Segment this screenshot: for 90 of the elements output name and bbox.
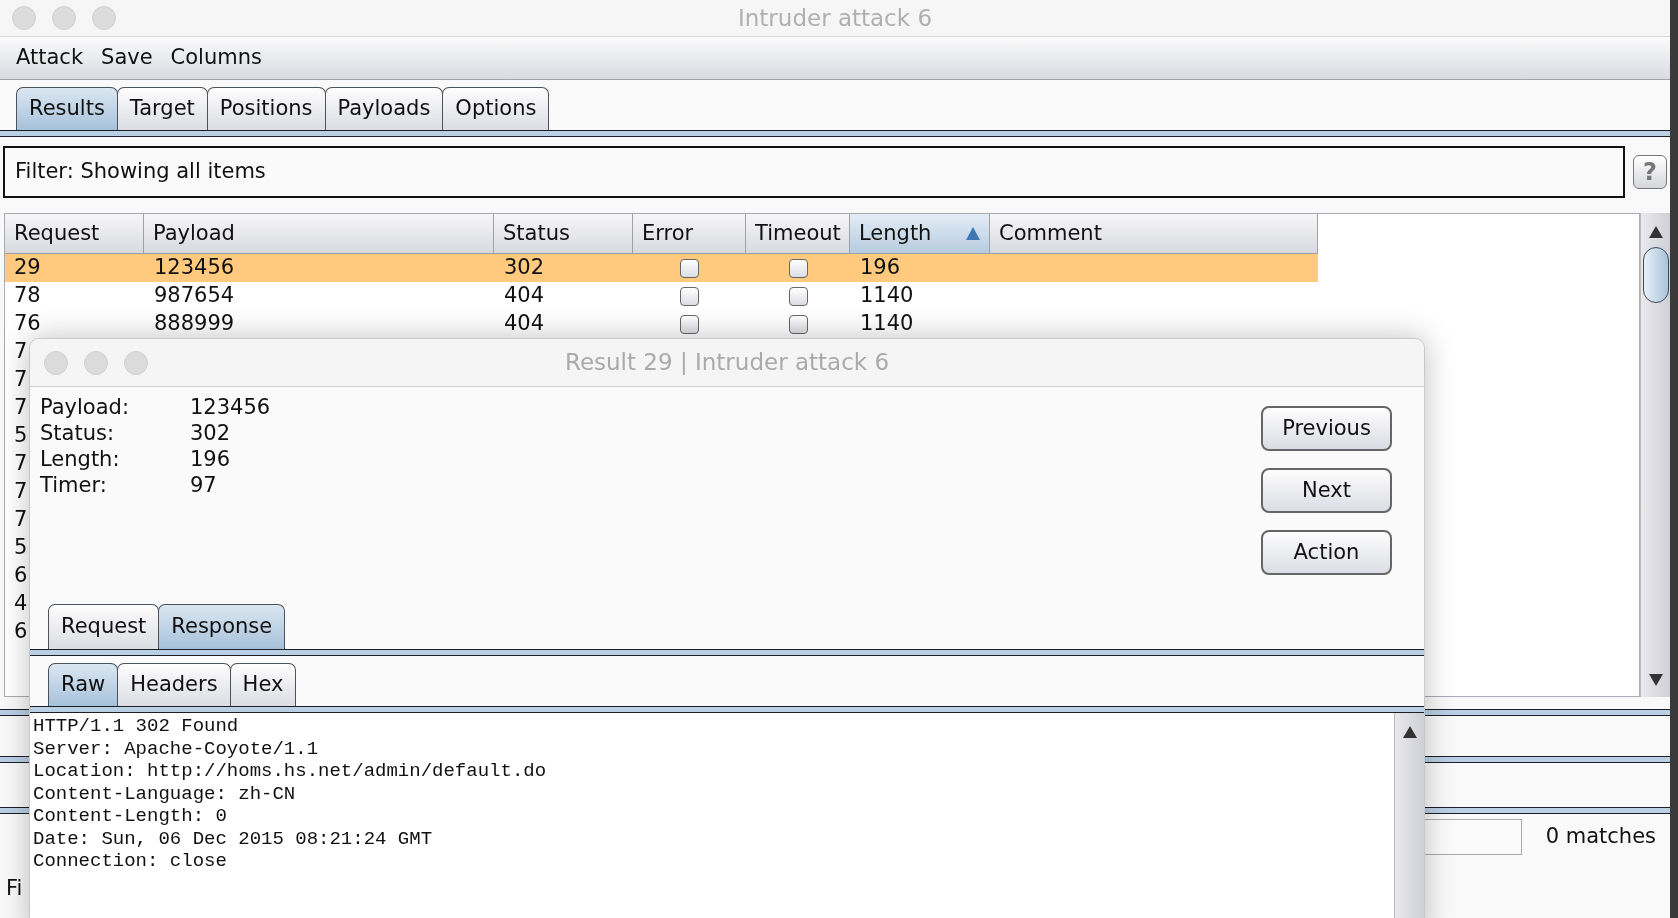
checkbox[interactable]	[788, 286, 808, 306]
field-value: 196	[190, 446, 231, 474]
up-arrow-icon[interactable]	[1401, 725, 1418, 739]
column-header[interactable]: Status	[494, 214, 633, 254]
response-line: Connection: close	[33, 850, 227, 873]
table-cell: 4	[14, 591, 28, 616]
table-cell: 7	[14, 367, 28, 392]
table-cell: 5	[14, 423, 28, 448]
scrollbar-thumb[interactable]	[1642, 247, 1669, 303]
filter-bar[interactable]: Filter: Showing all items	[3, 146, 1625, 198]
checkbox[interactable]	[680, 286, 699, 306]
table-cell: 7	[14, 395, 28, 420]
table-cell: 6	[14, 619, 28, 644]
menu-item[interactable]: Attack	[16, 42, 84, 74]
table-row[interactable]: 78 987654 404 1140	[5, 282, 1318, 310]
checkbox[interactable]	[788, 258, 808, 278]
status-text: Fi	[6, 875, 23, 903]
table-cell: 7	[14, 451, 28, 476]
table-cell: 123456	[154, 255, 235, 280]
tab[interactable]: Request	[48, 604, 160, 649]
dialog-button[interactable]: Next	[1261, 468, 1392, 513]
column-label: Status	[503, 219, 570, 247]
response-line: Content-Language: zh-CN	[33, 782, 296, 805]
table-cell: 6	[14, 563, 28, 588]
column-header[interactable]: Timeout	[746, 214, 850, 254]
column-header[interactable]: Payload	[144, 214, 494, 254]
field-label: Payload:	[40, 394, 130, 422]
tab[interactable]: Results	[16, 87, 118, 130]
column-header[interactable]: Length	[850, 214, 990, 254]
dialog-button[interactable]: Action	[1261, 530, 1392, 575]
menu-item[interactable]: Columns	[170, 42, 262, 74]
response-line: Content-Length: 0	[33, 805, 227, 828]
table-cell: 7	[14, 479, 28, 504]
match-count: 0 matches	[1545, 823, 1656, 851]
column-header[interactable]: Request	[5, 214, 144, 254]
column-label: Error	[642, 219, 694, 247]
down-arrow-icon[interactable]	[1647, 673, 1664, 687]
table-cell: 1140	[860, 283, 914, 308]
table-row[interactable]: 29 123456 302 196	[5, 254, 1318, 282]
table-cell: 987654	[154, 283, 235, 308]
tab[interactable]: Response	[158, 604, 286, 649]
tab[interactable]: Options	[442, 87, 550, 130]
column-header[interactable]: Comment	[990, 214, 1318, 254]
table-cell: 1140	[860, 311, 914, 336]
table-cell: 76	[14, 311, 41, 336]
table-cell: 5	[14, 535, 28, 560]
response-line: Server: Apache-Coyote/1.1	[33, 737, 319, 760]
table-cell: 302	[504, 255, 545, 280]
checkbox[interactable]	[680, 314, 699, 334]
response-line: HTTP/1.1 302 Found	[33, 715, 239, 738]
dialog-button[interactable]: Previous	[1261, 406, 1392, 451]
tab[interactable]: Raw	[48, 663, 119, 706]
field-value: 123456	[190, 394, 271, 422]
table-cell: 888999	[154, 311, 235, 336]
table-cell: 404	[504, 283, 545, 308]
field-label: Status:	[40, 420, 115, 448]
table-row[interactable]: 76 888999 404 1140	[5, 310, 1318, 338]
tab[interactable]: Target	[116, 87, 208, 130]
column-label: Request	[14, 219, 100, 247]
table-cell: 7	[14, 339, 28, 364]
table-cell: 7	[14, 507, 28, 532]
field-label: Length:	[40, 446, 121, 474]
tab[interactable]: Headers	[117, 663, 231, 706]
table-cell: 29	[14, 255, 41, 280]
table-cell: 404	[504, 311, 545, 336]
up-arrow-icon[interactable]	[1647, 225, 1664, 239]
dialog-title: Result 29 | Intruder attack 6	[564, 348, 890, 378]
response-line: Date: Sun, 06 Dec 2015 08:21:24 GMT	[33, 827, 433, 850]
tab[interactable]: Hex	[229, 663, 297, 706]
response-line: Location: http://homs.hs.net/admin/default.do	[33, 760, 547, 783]
menu-item[interactable]: Save	[101, 42, 153, 74]
scrollbar[interactable]	[1640, 213, 1670, 697]
tab[interactable]: Positions	[206, 87, 326, 130]
sort-ascending-icon	[966, 227, 980, 240]
column-label: Comment	[999, 219, 1102, 247]
field-value: 97	[190, 472, 217, 500]
table-cell: 196	[860, 255, 901, 280]
scrollbar[interactable]	[1394, 713, 1424, 918]
field-label: Timer:	[40, 472, 108, 500]
field-value: 302	[190, 420, 231, 448]
checkbox[interactable]	[680, 258, 699, 278]
column-label: Length	[859, 219, 932, 247]
column-header[interactable]: Error	[633, 214, 746, 254]
help-button[interactable]: ?	[1633, 155, 1667, 189]
window-title: Intruder attack 6	[737, 3, 933, 33]
checkbox[interactable]	[788, 314, 808, 334]
column-label: Timeout	[755, 219, 841, 247]
column-label: Payload	[153, 219, 235, 247]
table-cell: 78	[14, 283, 41, 308]
tab[interactable]: Payloads	[324, 87, 444, 130]
